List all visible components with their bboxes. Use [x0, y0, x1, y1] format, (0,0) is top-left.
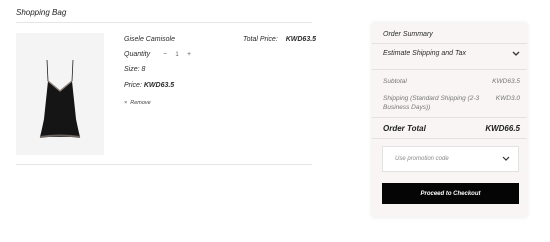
product-image[interactable] [16, 33, 104, 155]
title-divider [16, 22, 312, 23]
order-summary-panel: Order Summary Estimate Shipping and Tax … [372, 23, 527, 217]
close-icon: × [124, 100, 128, 106]
total-price-value: KWD63.5 [285, 36, 317, 43]
price-value: KWD63.5 [143, 82, 175, 89]
item-total: Total Price: KWD63.5 [243, 36, 316, 43]
chevron-down-icon [502, 156, 510, 161]
quantity-value[interactable]: 1 [170, 52, 184, 58]
promo-code-placeholder: Use promotion code [395, 156, 449, 162]
shipping-label: Shipping (Standard Shipping (2-3 Busines… [383, 95, 480, 111]
item-divider [16, 164, 312, 165]
product-name[interactable]: Gisele Camisole [124, 36, 175, 43]
shipping-row: Shipping (Standard Shipping (2-3 Busines… [383, 94, 520, 112]
shipping-value: KWD3.0 [495, 95, 520, 102]
camisole-image [39, 59, 81, 138]
remove-label: Remove [130, 100, 151, 106]
summary-divider [372, 43, 527, 44]
summary-divider [372, 69, 527, 70]
promo-code-dropdown[interactable]: Use promotion code [382, 146, 519, 172]
remove-button[interactable]: × Remove [124, 100, 151, 106]
summary-divider [372, 138, 527, 139]
order-total-label: Order Total [383, 124, 426, 133]
summary-divider [372, 117, 527, 118]
product-size: Size: 8 [124, 66, 146, 73]
product-price: Price: KWD63.5 [124, 82, 174, 89]
subtotal-value: KWD63.5 [492, 78, 520, 85]
order-total-value: KWD66.5 [485, 124, 520, 133]
minus-icon[interactable]: − [160, 51, 170, 58]
total-price-label: Total Price: [243, 36, 278, 43]
subtotal-row: Subtotal KWD63.5 [383, 78, 520, 85]
chevron-down-icon [512, 51, 520, 56]
quantity-stepper: Quantity − 1 + [124, 51, 194, 58]
order-summary-title: Order Summary [383, 31, 433, 38]
estimate-shipping-toggle[interactable]: Estimate Shipping and Tax [383, 50, 520, 57]
estimate-shipping-label: Estimate Shipping and Tax [383, 50, 467, 57]
quantity-label: Quantity [124, 51, 151, 58]
order-total-row: Order Total KWD66.5 [383, 124, 520, 133]
price-label: Price: [124, 82, 142, 89]
page-title: Shopping Bag [16, 8, 67, 17]
proceed-to-checkout-button[interactable]: Proceed to Checkout [382, 183, 519, 204]
plus-icon[interactable]: + [184, 51, 194, 58]
subtotal-label: Subtotal [383, 78, 407, 85]
